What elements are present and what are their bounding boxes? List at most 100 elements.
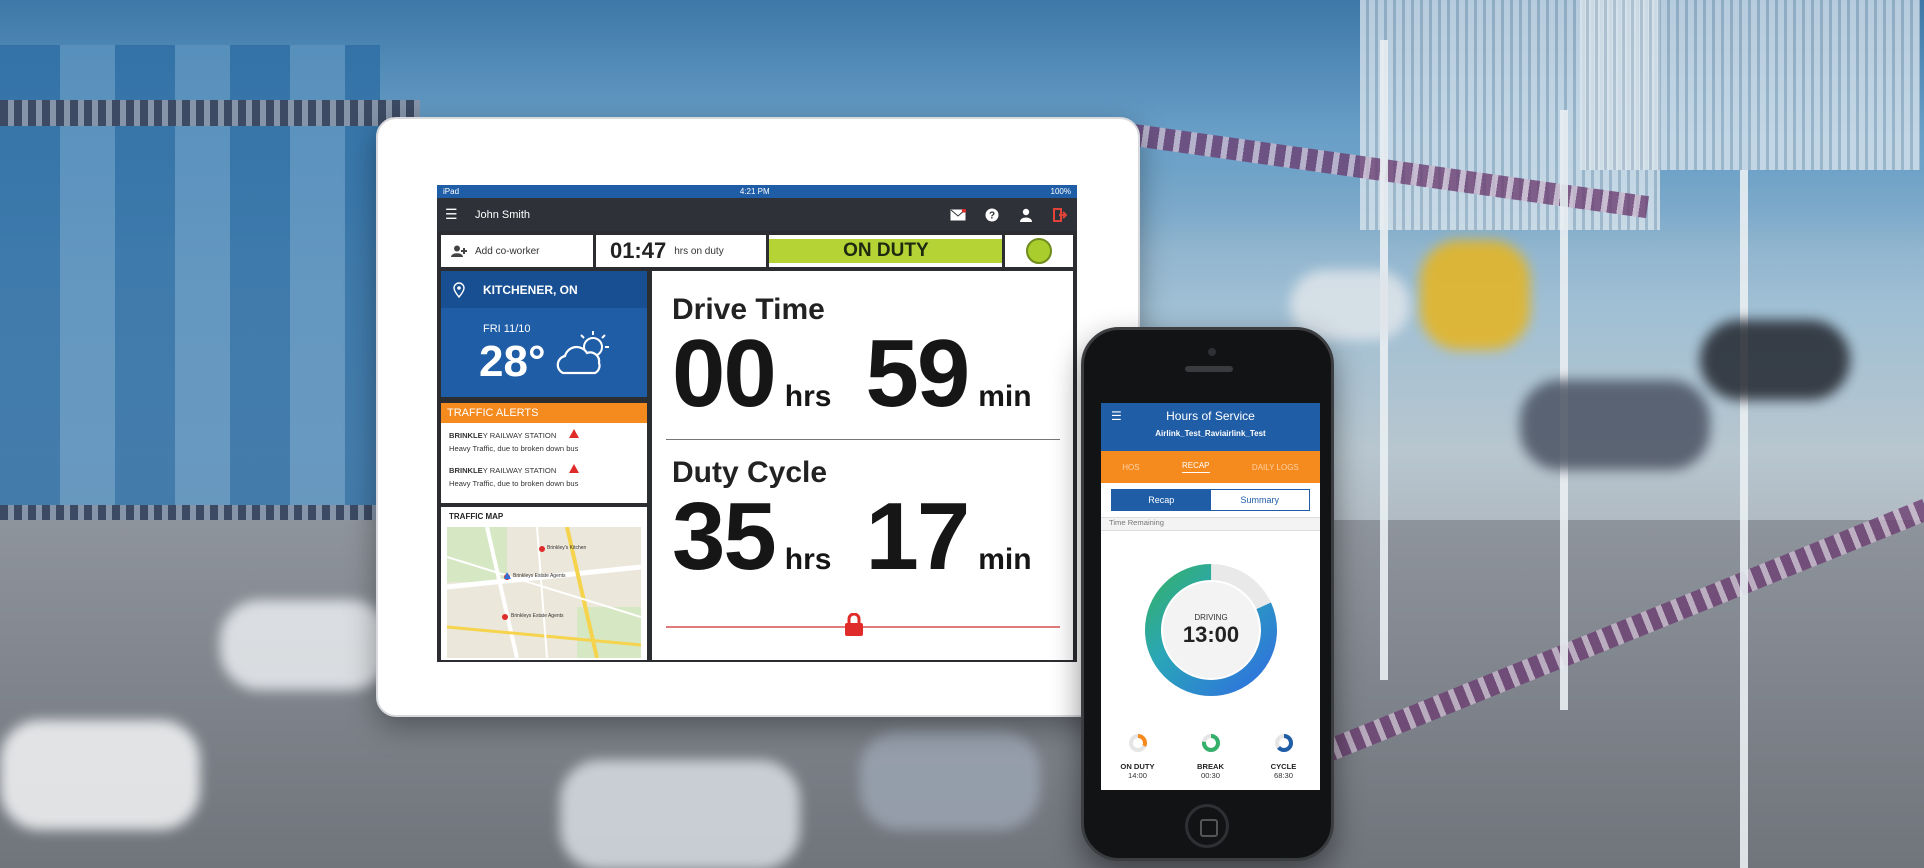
- street-lamp: [1380, 40, 1388, 680]
- blurred-car: [860, 730, 1040, 830]
- status-dot: [1026, 238, 1053, 264]
- alert-place: Y RAILWAY STATION: [482, 431, 557, 440]
- blurred-car: [1520, 380, 1710, 470]
- street-lamp: [1740, 170, 1748, 868]
- time-remaining-label: Time Remaining: [1101, 517, 1320, 531]
- segment-summary[interactable]: Summary: [1210, 490, 1309, 510]
- traffic-alert-item[interactable]: BRINKLEY RAILWAY STATION Heavy Traffic, …: [441, 455, 647, 490]
- alert-place: Y RAILWAY STATION: [482, 466, 557, 475]
- mini-label: ON DUTY: [1120, 762, 1155, 771]
- hours-on-duty-label: hrs on duty: [674, 245, 724, 257]
- tab-hos[interactable]: HOS: [1122, 463, 1139, 472]
- mini-label: BREAK: [1196, 762, 1224, 771]
- location-row: KITCHENER, ON: [441, 271, 647, 308]
- phone-tabs: HOS RECAP DAILY LOGS: [1101, 451, 1320, 483]
- location-name: KITCHENER, ON: [483, 282, 578, 297]
- help-icon[interactable]: ?: [983, 206, 1001, 224]
- building: [1580, 0, 1920, 170]
- phone-device: ☰ Hours of Service Airlink_Test_Raviairl…: [1081, 327, 1334, 861]
- user-name: John Smith: [475, 208, 531, 221]
- hours-card: Drive Time 00 hrs 59 min Duty Cycle 35 h…: [652, 271, 1073, 660]
- tab-daily-logs[interactable]: DAILY LOGS: [1252, 463, 1299, 472]
- cycle-minutes-unit: min: [978, 543, 1032, 576]
- map-label: Brinkleys Estate Agents: [513, 573, 566, 579]
- temperature: 28°: [479, 337, 546, 386]
- mini-label: CYCLE: [1270, 762, 1297, 771]
- mini-gauges: ON DUTY 14:00 BREAK 00:30 CYCLE 68:30: [1101, 733, 1320, 780]
- traffic-alerts-panel: TRAFFIC ALERTS BRINKLEY RAILWAY STATION …: [441, 403, 647, 503]
- lock-icon[interactable]: [844, 613, 864, 637]
- svg-text:?: ?: [989, 210, 995, 221]
- traffic-alert-item[interactable]: BRINKLEY RAILWAY STATION Heavy Traffic, …: [441, 423, 647, 455]
- duty-status-selector[interactable]: ON DUTY: [769, 235, 1003, 267]
- break-mini-ring: [1201, 734, 1220, 752]
- cycle-mini-ring: [1274, 734, 1293, 752]
- tablet-device: iPad 4:21 PM 100% ☰ John Smith ? Add co-…: [376, 117, 1140, 717]
- home-button[interactable]: [1185, 804, 1229, 848]
- alert-detail: Heavy Traffic, due to broken down bus: [449, 479, 579, 488]
- map-graphic: [447, 527, 641, 658]
- duty-status-row: Add co-worker 01:47 hrs on duty ON DUTY: [441, 235, 1073, 267]
- cycle-hours-unit: hrs: [784, 543, 832, 576]
- tab-recap[interactable]: RECAP: [1181, 461, 1210, 473]
- bridge-deck: [0, 100, 420, 126]
- blurred-bus: [1420, 240, 1530, 350]
- add-coworker-label: Add co-worker: [475, 245, 540, 257]
- blurred-car: [1700, 320, 1850, 400]
- segment-recap[interactable]: Recap: [1112, 490, 1211, 510]
- phone-title: Hours of Service: [1166, 409, 1255, 423]
- alert-detail: Heavy Traffic, due to broken down bus: [449, 444, 579, 453]
- location-pin-icon: [453, 281, 465, 298]
- alert-place-bold: BRINKLE: [449, 431, 483, 440]
- mini-value: 68:30: [1273, 771, 1293, 780]
- phone-subtitle: Airlink_Test_Raviairlink_Test: [1155, 429, 1266, 438]
- duty-cycle-value: 35 hrs 17 min: [672, 482, 1066, 592]
- blurred-car: [0, 720, 200, 830]
- segment-control: Recap Summary: [1111, 489, 1310, 511]
- cycle-minutes: 17: [865, 483, 970, 590]
- earpiece: [1185, 366, 1233, 372]
- phone-screen: ☰ Hours of Service Airlink_Test_Raviairl…: [1101, 403, 1320, 790]
- warning-icon: [569, 464, 579, 473]
- map-label: Brinkleys Estate Agents: [511, 613, 564, 619]
- clock: 4:21 PM: [739, 187, 770, 196]
- hours-on-duty: 01:47 hrs on duty: [595, 235, 767, 267]
- left-column: KITCHENER, ON FRI 11/10 28° TRAFFIC ALER…: [441, 271, 647, 660]
- cycle-hours: 35: [672, 483, 777, 590]
- weather-date: FRI 11/10: [483, 323, 531, 335]
- drive-minutes: 59: [865, 320, 970, 427]
- profile-icon[interactable]: [1017, 206, 1035, 224]
- ring-text: DRIVING 13:00: [1141, 560, 1281, 700]
- phone-header: ☰ Hours of Service Airlink_Test_Raviairl…: [1101, 403, 1320, 451]
- traffic-map[interactable]: Brinkley's Kitchen Brinkleys Estate Agen…: [447, 527, 641, 658]
- hamburger-menu-icon[interactable]: ☰: [1111, 409, 1122, 423]
- traffic-map-panel: TRAFFIC MAP Brinkley's Kitchen Brinkleys…: [441, 507, 647, 660]
- duty-status-badge: ON DUTY: [769, 239, 1003, 263]
- add-coworker-button[interactable]: Add co-worker: [441, 235, 593, 267]
- front-camera: [1208, 348, 1216, 356]
- hamburger-menu-icon[interactable]: ☰: [445, 206, 461, 223]
- status-indicator: [1005, 235, 1073, 267]
- traffic-map-title: TRAFFIC MAP: [449, 512, 504, 521]
- map-label: Brinkley's Kitchen: [547, 545, 587, 551]
- divider: [666, 439, 1060, 440]
- battery: 100%: [1050, 187, 1071, 196]
- warning-icon: [569, 429, 579, 438]
- device-label: iPad: [443, 187, 460, 196]
- traffic-alerts-title: TRAFFIC ALERTS: [441, 403, 647, 423]
- ring-value: 13:00: [1182, 621, 1240, 647]
- messages-icon[interactable]: [949, 206, 967, 224]
- tablet-screen: iPad 4:21 PM 100% ☰ John Smith ? Add co-…: [437, 185, 1077, 662]
- on-duty-mini-ring: [1128, 734, 1147, 752]
- add-user-icon: [451, 245, 467, 257]
- drive-time-value: 00 hrs 59 min: [672, 319, 1066, 429]
- logout-icon[interactable]: [1051, 206, 1069, 224]
- app-bar: ☰ John Smith ?: [437, 198, 1077, 231]
- mini-value: 00:30: [1200, 771, 1220, 780]
- drive-minutes-unit: min: [978, 380, 1032, 413]
- blurred-car: [220, 600, 390, 690]
- blurred-car: [560, 760, 800, 868]
- drive-hours-unit: hrs: [784, 380, 832, 413]
- mini-value: 14:00: [1127, 771, 1147, 780]
- break-gauge: BREAK 00:30: [1181, 733, 1241, 780]
